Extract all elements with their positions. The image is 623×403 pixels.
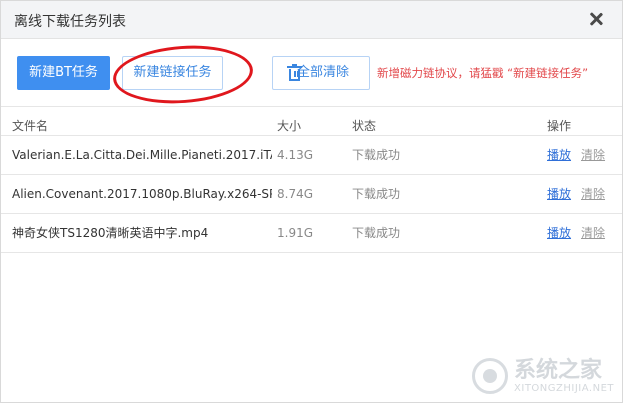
task-table: 文件名 大小 状态 操作 Valerian.E.La.Citta.Dei.Mil… (1, 106, 622, 253)
row-actions: 播放 清除 (547, 175, 617, 213)
file-size: 1.91G (277, 226, 314, 240)
clear-link[interactable]: 清除 (581, 187, 605, 201)
trash-icon (287, 64, 302, 82)
watermark-text: 系统之家 (514, 357, 603, 383)
clear-link[interactable]: 清除 (581, 226, 605, 240)
watermark-logo-icon (472, 358, 509, 394)
close-icon[interactable] (586, 9, 606, 29)
file-name: 神奇女侠TS1280清晰英语中字.mp4 (12, 226, 209, 240)
title-bar: 离线下载任务列表 (1, 1, 622, 39)
file-name: Alien.Covenant.2017.1080p.BluRay.x264-SP… (12, 187, 272, 201)
row-actions: 播放 清除 (547, 136, 617, 174)
table-row: Alien.Covenant.2017.1080p.BluRay.x264-SP… (1, 175, 622, 214)
watermark-url: XITONGZHIJIA.NET (514, 382, 614, 394)
offline-download-dialog: 离线下载任务列表 新建BT任务 新建链接任务 全部清除 新增磁力链协议，请猛戳 … (0, 0, 623, 403)
clear-link[interactable]: 清除 (581, 148, 605, 162)
play-link[interactable]: 播放 (547, 148, 571, 162)
clear-all-button[interactable]: 全部清除 (272, 56, 370, 90)
table-row: 神奇女侠TS1280清晰英语中字.mp4 1.91G 下载成功 播放 清除 (1, 214, 622, 253)
watermark-text-block: 系统之家 XITONGZHIJIA.NET (514, 357, 614, 394)
toolbar: 新建BT任务 新建链接任务 全部清除 新增磁力链协议，请猛戳 “新建链接任务” (1, 40, 622, 106)
table-row: Valerian.E.La.Citta.Dei.Mille.Pianeti.20… (1, 136, 622, 175)
file-size: 4.13G (277, 148, 314, 162)
row-actions: 播放 清除 (547, 214, 617, 252)
new-link-task-button[interactable]: 新建链接任务 (122, 56, 223, 90)
file-status: 下载成功 (352, 148, 401, 162)
clear-all-label: 全部清除 (297, 65, 350, 80)
watermark: 系统之家 XITONGZHIJIA.NET (472, 358, 614, 394)
play-link[interactable]: 播放 (547, 226, 571, 240)
file-name: Valerian.E.La.Citta.Dei.Mille.Pianeti.20… (12, 148, 272, 162)
new-bt-task-button[interactable]: 新建BT任务 (17, 56, 110, 90)
dialog-title: 离线下载任务列表 (14, 14, 126, 30)
file-size: 8.74G (277, 187, 314, 201)
table-header: 文件名 大小 状态 操作 (1, 106, 622, 136)
magnet-notice: 新增磁力链协议，请猛戳 “新建链接任务” (377, 66, 589, 80)
play-link[interactable]: 播放 (547, 187, 571, 201)
file-status: 下载成功 (352, 226, 401, 240)
file-status: 下载成功 (352, 187, 401, 201)
